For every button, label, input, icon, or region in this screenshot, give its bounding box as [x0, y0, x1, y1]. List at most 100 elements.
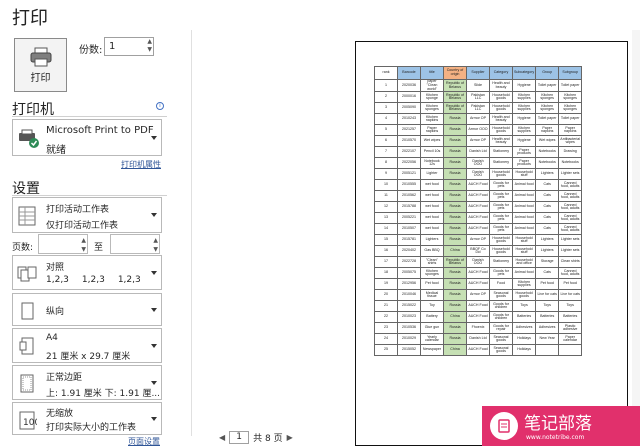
orientation-line1: 纵向: [46, 307, 65, 317]
table-cell: Russia: [443, 168, 467, 181]
prev-page-icon[interactable]: ◀: [219, 433, 225, 442]
table-cell: Storage: [535, 256, 560, 269]
table-row: 18 2005075 Kitchen sponges Russia AUCH Food G…: [374, 267, 583, 280]
table-cell: 2010023: [397, 311, 421, 324]
table-cell: 13: [374, 212, 398, 225]
table-cell: Danish OOO: [466, 157, 490, 170]
table-cell: Clean shirts: [558, 256, 583, 269]
table-cell: Russia: [443, 113, 467, 126]
collate-line1: 对照: [46, 263, 65, 273]
table-row: 1 2020036 paper "Clean world" Republic of B…: [374, 78, 583, 93]
info-icon[interactable]: i: [156, 102, 164, 110]
collate-seq-2: 1,2,3: [81, 275, 105, 285]
collate-icon: [17, 266, 37, 282]
table-cell: 2021257: [397, 124, 421, 137]
table-cell: 16: [374, 245, 398, 258]
table-cell: Seasonal goods: [489, 344, 513, 357]
watermark-url: www.notetribe.com: [526, 434, 585, 441]
table-cell: Goods for pets: [489, 212, 513, 225]
table-cell: AUCH Food: [466, 344, 490, 357]
table-cell: Toys: [535, 300, 560, 313]
table-cell: 2: [374, 91, 398, 104]
table-cell: Pakistan LLC: [466, 91, 490, 104]
table-cell: 2010555: [397, 179, 421, 192]
table-cell: Paper napkins: [535, 124, 560, 137]
pages-from-spinner[interactable]: ▲ ▼: [81, 236, 86, 254]
pages-to-spinner[interactable]: ▲ ▼: [153, 236, 158, 254]
table-cell: Russia: [443, 300, 467, 313]
table-cell: Hygiene: [511, 113, 537, 126]
table-cell: Household goods: [489, 124, 513, 137]
print-what-select[interactable]: 打印活动工作表 仅打印活动工作表: [12, 197, 162, 233]
table-cell: 2010536: [397, 322, 421, 335]
margins-select[interactable]: 正常边距 上: 1.91 厘米 下: 1.91 厘...: [12, 365, 162, 400]
table-cell: Lighter: [420, 168, 444, 181]
paper-size-line2: 21 厘米 x 29.7 厘米: [46, 352, 131, 362]
table-cell: Paper napkins: [420, 124, 444, 137]
table-cell: 9: [374, 168, 398, 181]
table-cell: Republic of Belarus: [443, 256, 467, 269]
table-cell: China: [443, 344, 467, 357]
print-button[interactable]: 打印: [14, 38, 67, 92]
collate-select[interactable]: 对照 1,2,3 1,2,3 1,2,3: [12, 255, 162, 290]
table-cell: Cats: [535, 212, 560, 225]
table-cell: Animal food: [511, 267, 537, 280]
page-setup-link[interactable]: 页面设置: [128, 436, 160, 446]
table-cell: Canned food, adults: [558, 179, 583, 192]
margins-line1: 正常边距: [46, 373, 83, 383]
table-cell: 22: [374, 311, 398, 324]
table-cell: Wet wipes: [535, 135, 560, 148]
table-cell: 17: [374, 256, 398, 269]
copies-input[interactable]: 1 ▲ ▼: [104, 37, 154, 56]
copies-spinner[interactable]: ▲ ▼: [147, 38, 152, 54]
preview-scrollbar[interactable]: [632, 30, 640, 436]
table-cell: Plastic adhesive: [558, 322, 583, 335]
paper-size-select[interactable]: A4 21 厘米 x 29.7 厘米: [12, 328, 162, 363]
table-cell: Russia: [443, 124, 467, 137]
table-cell: Household stuff: [511, 234, 537, 247]
table-cell: 2020036: [397, 78, 421, 93]
table-cell: Food: [489, 278, 513, 291]
table-cell: Kitchen sponges: [535, 102, 560, 115]
table-row: 21 2015022 Toy Russia AUCH Food Goods for chi…: [374, 300, 583, 313]
printer-properties-link[interactable]: 打印机属性: [121, 159, 161, 170]
table-header-cell: Supplier: [466, 66, 490, 80]
table-cell: Paper products: [511, 146, 537, 159]
table-cell: Cats: [535, 223, 560, 236]
table-header-cell: title: [420, 66, 444, 80]
table-cell: Stationery: [489, 157, 513, 170]
table-cell: Animal food: [511, 179, 537, 192]
scaling-select[interactable]: 100 无缩放 打印实际大小的工作表: [12, 402, 162, 435]
table-cell: "Clean" shirts: [420, 256, 444, 269]
table-cell: AUCH Food: [466, 311, 490, 324]
table-cell: Danish Ltd: [466, 333, 490, 346]
table-cell: Stationery: [489, 256, 513, 269]
table-cell: 25: [374, 344, 398, 357]
table-cell: Russia: [443, 201, 467, 214]
pages-to-input[interactable]: ▲ ▼: [110, 234, 160, 254]
table-cell: wet food: [420, 201, 444, 214]
table-row: 25 2015052 Newspaper China AUCH Food Seasonal…: [374, 344, 583, 357]
table-cell: [558, 344, 583, 357]
printer-select[interactable]: Microsoft Print to PDF 就绪: [12, 119, 162, 156]
table-cell: 2015052: [397, 344, 421, 357]
table-cell: Batteries: [558, 311, 583, 324]
watermark-text: 笔记部落: [524, 414, 592, 434]
table-cell: 15: [374, 234, 398, 247]
table-cell: 2015781: [397, 234, 421, 247]
current-page-input[interactable]: 1: [229, 431, 250, 444]
scaling-line1: 无缩放: [46, 409, 74, 419]
table-row: 22 2010023 Battery China AUCH Food Goods for …: [374, 311, 583, 324]
orientation-select[interactable]: 纵向: [12, 293, 162, 326]
table-cell: paper "Clean world": [420, 78, 444, 93]
table-cell: AUCH Food: [466, 278, 490, 291]
table-cell: Republic of Belarus: [443, 78, 467, 93]
pages-from-input[interactable]: ▲ ▼: [38, 234, 88, 254]
chevron-down-icon: [151, 343, 157, 348]
table-cell: Animal food: [511, 190, 537, 203]
next-page-icon[interactable]: ▶: [287, 433, 293, 442]
table-cell: 2012956: [397, 278, 421, 291]
page-title: 打印: [12, 8, 48, 29]
table-cell: Russia: [443, 190, 467, 203]
table-cell: Pet food: [420, 278, 444, 291]
